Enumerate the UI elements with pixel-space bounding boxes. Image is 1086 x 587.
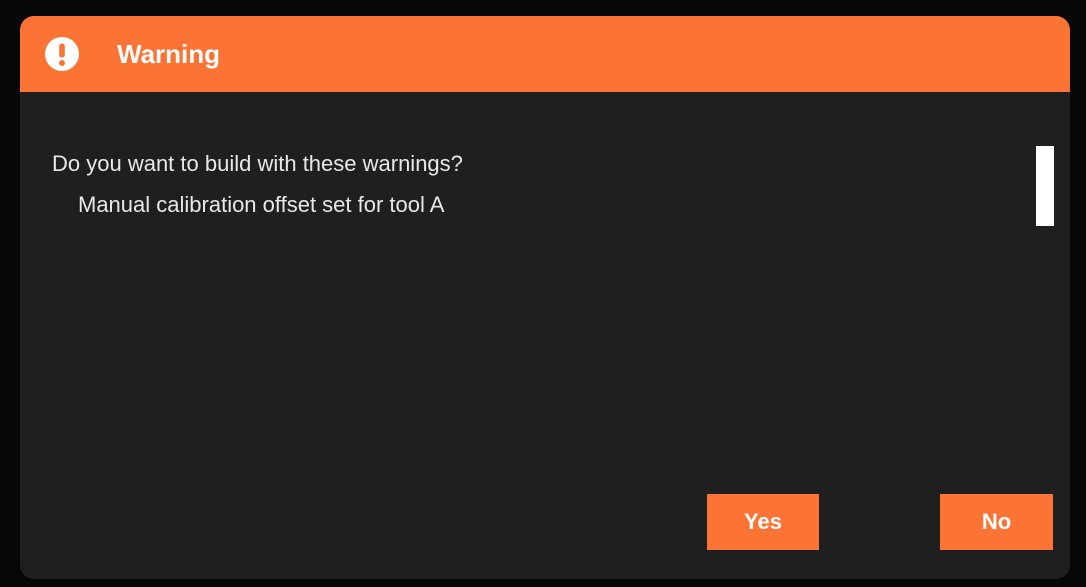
scrollbar-thumb[interactable]: [1036, 146, 1054, 226]
dialog-title-bar: Warning: [20, 16, 1070, 92]
warning-dialog: Warning Do you want to build with these …: [20, 16, 1070, 579]
no-button[interactable]: No: [940, 494, 1053, 550]
yes-button[interactable]: Yes: [707, 494, 819, 550]
scrollbar[interactable]: [1036, 146, 1054, 226]
dialog-body: Do you want to build with these warnings…: [20, 92, 1070, 579]
dialog-title: Warning: [117, 39, 221, 69]
dialog-message: Do you want to build with these warnings…: [52, 151, 463, 176]
exclamation-circle-icon: [45, 37, 79, 71]
warning-item: Manual calibration offset set for tool A: [78, 192, 445, 217]
screen: Warning Do you want to build with these …: [0, 0, 1086, 587]
